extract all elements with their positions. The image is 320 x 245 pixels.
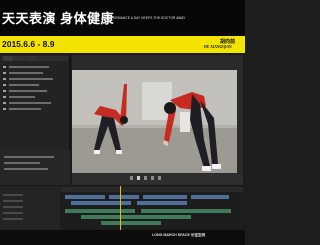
audio-icon: [3, 96, 6, 98]
track-header[interactable]: [3, 218, 23, 220]
audio-clip[interactable]: [65, 209, 135, 213]
folder-icon: [3, 72, 6, 74]
video-clip[interactable]: [191, 195, 229, 199]
tab-effects[interactable]: [27, 56, 37, 61]
track-header[interactable]: [3, 200, 23, 202]
stop-icon[interactable]: [144, 176, 147, 180]
project-file-list: [0, 62, 70, 150]
track-header[interactable]: [3, 212, 23, 214]
step-forward-icon[interactable]: [151, 176, 154, 180]
audio-clip[interactable]: [141, 209, 231, 213]
list-item[interactable]: [9, 90, 47, 92]
clip-icon: [3, 90, 6, 92]
step-back-icon[interactable]: [130, 176, 133, 180]
tab-media[interactable]: [15, 56, 25, 61]
video-clip[interactable]: [65, 195, 105, 199]
list-item[interactable]: [4, 162, 40, 164]
tab-project[interactable]: [3, 56, 13, 61]
effects-panel: [0, 150, 70, 185]
list-item[interactable]: [4, 168, 48, 170]
video-frame: [72, 70, 237, 173]
artist-name-cn: 胡向前: [220, 39, 236, 45]
project-panel-tabs[interactable]: [2, 56, 68, 61]
list-item[interactable]: [9, 84, 39, 86]
clip-icon: [3, 84, 6, 86]
list-item[interactable]: [9, 102, 51, 104]
timeline-ruler[interactable]: [61, 187, 243, 192]
video-clip[interactable]: [109, 195, 139, 199]
video-clip[interactable]: [143, 195, 187, 199]
video-preview[interactable]: [72, 70, 237, 173]
list-item[interactable]: [9, 66, 49, 68]
timeline-tracks: [61, 193, 243, 229]
exhibition-title: 天天表演 身体健康: [2, 11, 115, 26]
playhead[interactable]: [120, 186, 121, 230]
artist-name-en: HU XIANGQIAN: [204, 45, 232, 49]
venue-name: LONG MARCH SPACE 长征空间: [152, 233, 206, 237]
audio-clip[interactable]: [101, 221, 161, 225]
list-item[interactable]: [9, 78, 53, 80]
track-header[interactable]: [3, 206, 23, 208]
track-header[interactable]: [3, 194, 23, 196]
audio-clip[interactable]: [81, 215, 191, 219]
exhibition-subtitle: A PERFORMANCE A DAY KEEPS THE DOCTOR AWA…: [101, 16, 186, 20]
list-item[interactable]: [9, 96, 35, 98]
footer-bar: [0, 230, 245, 245]
folder-icon: [3, 66, 6, 68]
clip-icon: [3, 78, 6, 80]
audio-icon: [3, 102, 6, 104]
list-item[interactable]: [4, 156, 54, 158]
play-icon[interactable]: [137, 176, 140, 180]
video-clip[interactable]: [71, 201, 131, 205]
exhibition-dates: 2015.6.6 - 8.9: [2, 39, 55, 49]
list-item[interactable]: [9, 72, 43, 74]
list-item[interactable]: [9, 108, 41, 110]
track-headers: [0, 186, 60, 230]
loop-icon[interactable]: [158, 176, 161, 180]
sequence-icon: [3, 108, 6, 110]
video-clip[interactable]: [137, 201, 187, 205]
